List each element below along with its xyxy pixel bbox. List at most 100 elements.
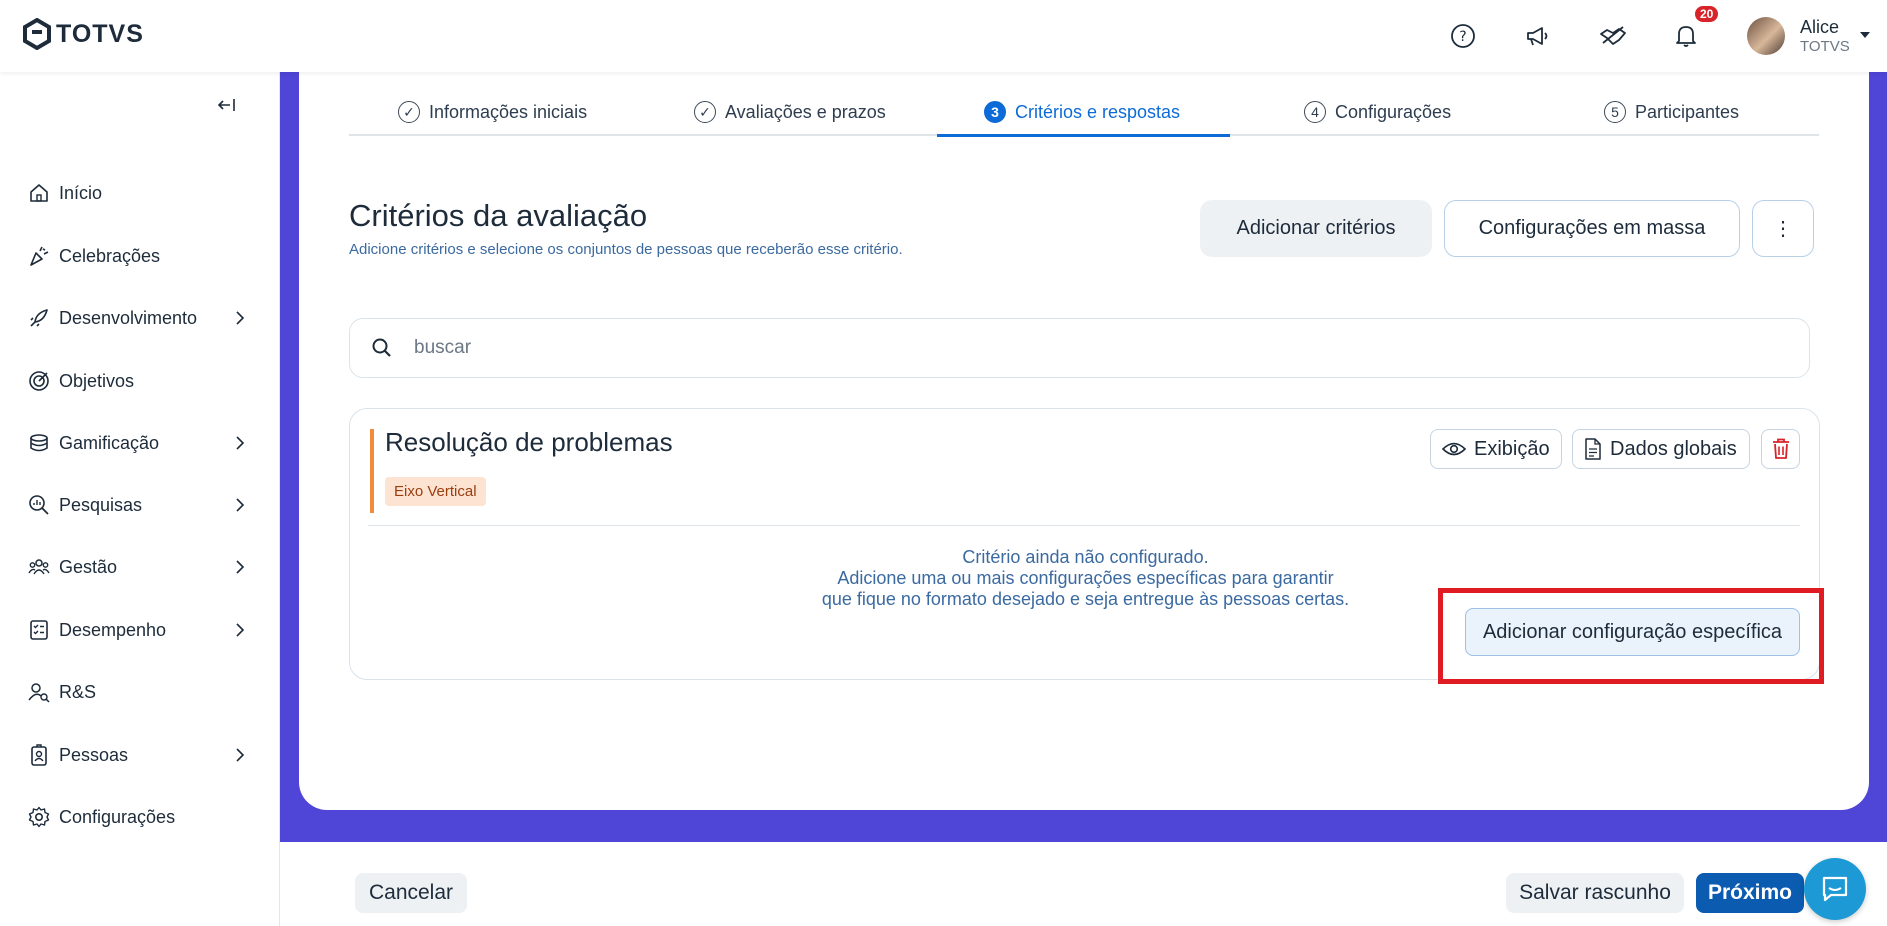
eye-icon: [1442, 442, 1466, 456]
global-data-label: Dados globais: [1610, 437, 1737, 460]
criterion-card: Resolução de problemas Eixo Vertical Exi…: [349, 408, 1820, 680]
trash-icon: [1772, 438, 1789, 459]
sidebar-item-gamificacao[interactable]: Gamificação: [0, 423, 280, 463]
step-criterios-respostas[interactable]: 3 Critérios e respostas: [984, 88, 1180, 136]
bell-icon[interactable]: [1670, 20, 1702, 52]
handshake-icon[interactable]: [1597, 20, 1629, 52]
next-button[interactable]: Próximo: [1696, 873, 1804, 913]
more-options-button[interactable]: ⋮: [1752, 200, 1814, 257]
sidebar-item-desenvolvimento[interactable]: Desenvolvimento: [0, 298, 280, 338]
empty-state-line: que fique no formato desejado e seja ent…: [821, 589, 1350, 609]
sidebar-item-label: Desenvolvimento: [59, 307, 198, 328]
criterion-title: Resolução de problemas: [385, 427, 673, 457]
kebab-menu-icon: ⋮: [1773, 218, 1793, 240]
search-chart-icon: [27, 493, 51, 517]
sidebar-item-gestao[interactable]: Gestão: [0, 547, 280, 587]
target-icon: [27, 369, 51, 393]
save-draft-button[interactable]: Salvar rascunho: [1506, 873, 1684, 913]
rocket-icon: [27, 306, 51, 330]
user-search-icon: [27, 680, 51, 704]
coins-icon: [27, 431, 51, 455]
sidebar-item-label: Objetivos: [59, 370, 135, 391]
view-button[interactable]: Exibição: [1430, 429, 1562, 469]
step-number: 4: [1304, 101, 1326, 123]
sidebar-item-pessoas[interactable]: Pessoas: [0, 735, 280, 775]
mass-settings-button[interactable]: Configurações em massa: [1444, 200, 1740, 257]
view-button-label: Exibição: [1474, 437, 1550, 460]
step-participantes[interactable]: 5 Participantes: [1604, 88, 1739, 136]
stepper: ✓ Informações iniciais ✓ Avaliações e pr…: [349, 88, 1819, 136]
sidebar-item-inicio[interactable]: Início: [0, 173, 280, 213]
step-number: 5: [1604, 101, 1626, 123]
sidebar-item-rs[interactable]: R&S: [0, 672, 280, 712]
chat-button[interactable]: [1804, 858, 1866, 920]
criterion-accent-bar: [370, 429, 374, 513]
step-label: Informações iniciais: [429, 101, 588, 122]
sidebar-item-configuracoes[interactable]: Configurações: [0, 797, 280, 837]
divider: [368, 525, 1800, 526]
empty-state-line: Critério ainda não configurado.: [962, 547, 1209, 567]
chat-bubble-icon: [1822, 876, 1848, 902]
sidebar-item-label: Celebrações: [59, 245, 161, 266]
step-label: Critérios e respostas: [1015, 101, 1181, 122]
logo-text: TOTVS: [56, 19, 144, 48]
sidebar-item-label: Gamificação: [59, 432, 160, 453]
step-avaliacoes-prazos[interactable]: ✓ Avaliações e prazos: [694, 88, 886, 136]
sidebar-item-label: R&S: [59, 681, 97, 702]
cancel-button[interactable]: Cancelar: [355, 873, 467, 913]
search-input[interactable]: [414, 337, 1714, 359]
sidebar-item-desempenho[interactable]: Desempenho: [0, 610, 280, 650]
svg-text:?: ?: [1459, 29, 1466, 45]
active-step-indicator: [937, 134, 1230, 137]
search-box: [349, 318, 1810, 378]
avatar[interactable]: [1747, 17, 1785, 55]
document-icon: [1585, 438, 1601, 460]
help-icon[interactable]: ?: [1447, 20, 1479, 52]
step-label: Participantes: [1635, 101, 1740, 122]
top-header: TOTVS ? 20 Alice TOTVS: [0, 0, 1887, 72]
sidebar-item-label: Pessoas: [59, 744, 129, 765]
sidebar-item-pesquisas[interactable]: Pesquisas: [0, 485, 280, 525]
criterion-tag: Eixo Vertical: [385, 477, 486, 506]
chevron-right-icon: [236, 498, 245, 512]
check-icon: ✓: [694, 101, 716, 123]
megaphone-icon[interactable]: [1521, 20, 1553, 52]
delete-criterion-button[interactable]: [1761, 429, 1800, 469]
people-icon: [27, 555, 51, 579]
page-subtitle: Adicione critérios e selecione os conjun…: [349, 241, 903, 258]
gear-icon: [27, 805, 51, 829]
add-criteria-button[interactable]: Adicionar critérios: [1200, 200, 1432, 257]
sidebar-item-celebracoes[interactable]: Celebrações: [0, 236, 280, 276]
step-label: Configurações: [1335, 101, 1452, 122]
empty-state-message: Critério ainda não configurado. Adicione…: [350, 547, 1821, 610]
page-title: Critérios da avaliação: [349, 198, 648, 233]
celebration-icon: [27, 244, 51, 268]
chevron-right-icon: [236, 311, 245, 325]
checklist-icon: [27, 618, 51, 642]
step-informacoes-iniciais[interactable]: ✓ Informações iniciais: [398, 88, 587, 136]
step-configuracoes[interactable]: 4 Configurações: [1304, 88, 1451, 136]
sidebar-item-objetivos[interactable]: Objetivos: [0, 361, 280, 401]
empty-state-line: Adicione uma ou mais configurações espec…: [837, 568, 1334, 588]
sidebar: Início Celebrações Desenvolvimento Objet…: [0, 72, 280, 926]
chevron-right-icon: [236, 623, 245, 637]
search-icon: [372, 338, 391, 357]
sidebar-item-label: Início: [59, 182, 103, 203]
sidebar-item-label: Pesquisas: [59, 494, 143, 515]
step-number: 3: [984, 101, 1006, 123]
badge-icon: [27, 743, 51, 767]
step-label: Avaliações e prazos: [725, 101, 886, 122]
notification-badge: 20: [1695, 6, 1719, 22]
sidebar-item-label: Gestão: [59, 556, 118, 577]
chevron-down-icon[interactable]: [1860, 32, 1870, 38]
chevron-right-icon: [236, 436, 245, 450]
chevron-right-icon: [236, 748, 245, 762]
global-data-button[interactable]: Dados globais: [1572, 429, 1750, 469]
collapse-sidebar-icon[interactable]: [216, 94, 238, 116]
user-org: TOTVS: [1800, 38, 1850, 55]
totvs-logo[interactable]: TOTVS: [22, 18, 144, 50]
check-icon: ✓: [398, 101, 420, 123]
add-specific-config-button[interactable]: Adicionar configuração específica: [1465, 608, 1800, 656]
logo-hexagon-icon: [23, 18, 51, 50]
user-name[interactable]: Alice: [1800, 17, 1839, 38]
